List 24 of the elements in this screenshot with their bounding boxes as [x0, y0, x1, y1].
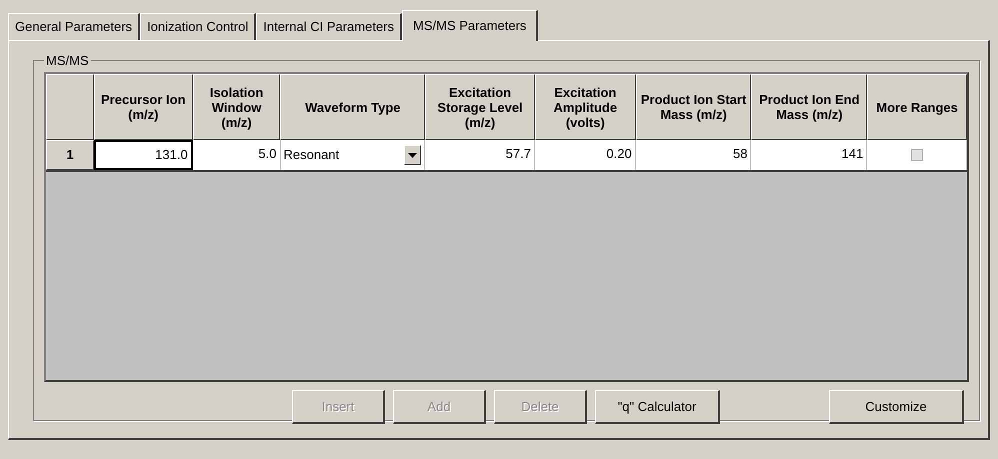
- corner-cell: [46, 74, 94, 140]
- tab[interactable]: MS/MS Parameters: [402, 10, 538, 41]
- table-cell[interactable]: 57.7: [425, 140, 535, 170]
- column-header[interactable]: Product Ion End Mass (m/z): [751, 74, 868, 140]
- checkbox[interactable]: [910, 149, 923, 161]
- button[interactable]: "q" Calculator: [595, 390, 720, 424]
- button[interactable]: Customize: [829, 390, 964, 424]
- column-header[interactable]: Isolation Window (m/z): [192, 74, 280, 140]
- column-header[interactable]: Excitation Storage Level (m/z): [425, 74, 535, 140]
- table-cell[interactable]: 5.0: [192, 140, 280, 170]
- row-header[interactable]: 1: [46, 140, 94, 170]
- table-cell[interactable]: 58: [636, 140, 752, 170]
- tab[interactable]: Ionization Control: [140, 13, 256, 40]
- table-cell[interactable]: 141: [751, 140, 868, 170]
- waveform-dropdown[interactable]: Resonant: [280, 140, 426, 170]
- group-title: MS/MS: [45, 53, 90, 68]
- tab[interactable]: General Parameters: [8, 13, 140, 40]
- column-header[interactable]: Precursor Ion (m/z): [94, 74, 193, 140]
- column-header[interactable]: Waveform Type: [280, 74, 426, 140]
- column-header[interactable]: More Ranges: [867, 74, 967, 140]
- table-cell[interactable]: 131.0: [94, 140, 193, 170]
- column-header[interactable]: Product Ion Start Mass (m/z): [636, 74, 752, 140]
- column-header[interactable]: Excitation Amplitude (volts): [534, 74, 636, 140]
- table-cell[interactable]: 0.20: [534, 140, 636, 170]
